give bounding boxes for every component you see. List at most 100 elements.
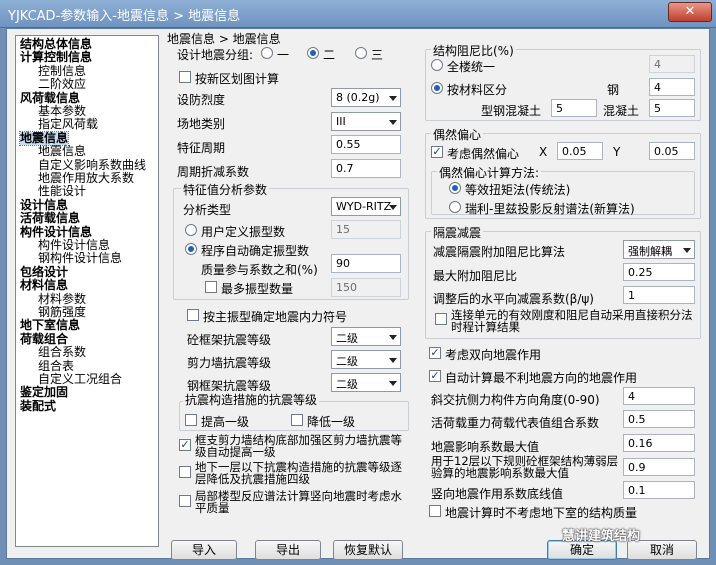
bidir-checkbox[interactable]: ✓ [429,347,441,359]
oblique-input[interactable]: 4 [623,387,695,405]
window-title: YJKCAD-参数输入-地震信息 > 地震信息 [8,9,241,24]
wall-grade-select[interactable]: 二级 [331,350,401,369]
tree-item[interactable]: 装配式 [20,399,56,413]
import-button[interactable]: 导入 [171,540,237,560]
tree-item[interactable]: 鉴定加固 [20,386,68,399]
auto-modes-radio[interactable] [185,243,197,255]
watermark-text: 慧讲建筑结构 [562,529,641,544]
adj-label: 调整后的水平向减震系数(β/ψ) [433,292,594,306]
tg-input[interactable]: 0.55 [331,135,401,154]
tree-item[interactable]: 计算控制信息 [20,51,92,64]
live-input[interactable]: 0.5 [623,410,695,428]
iso-method-select[interactable]: 强制解耦 [623,240,695,259]
user-modes-radio[interactable] [185,224,197,236]
tree-item[interactable]: 地震作用放大系数 [38,172,134,185]
alpha-input[interactable]: 0.16 [623,434,695,452]
period-input[interactable]: 0.7 [331,159,401,178]
conc-damp-label: 混凝土 [603,104,640,118]
frame-grade-label: 砼框架抗震等级 [187,333,272,347]
ecc-method-2-radio[interactable] [449,201,461,213]
max-modes-checkbox[interactable] [205,281,217,293]
nav-tree[interactable]: 结构总体信息 计算控制信息 控制信息 二阶效应 风荷载信息 基本参数 指定风荷载 地震信息 地震… [15,35,159,547]
rare-label: 用于12层以下规则砼框架结构薄弱层验算的地震影响系数最大值 [431,454,619,480]
steel-grade-select[interactable]: 二级 [331,373,401,392]
close-button[interactable]: ✕ [668,2,712,22]
ecc-y-label: Y [613,145,621,159]
tree-item[interactable]: 活荷载信息 [20,212,80,225]
restore-defaults-button[interactable]: 恢复默认 [333,540,403,560]
cm-up-checkbox[interactable] [185,414,197,426]
by-material-radio[interactable] [431,82,443,94]
tree-item[interactable]: 组合表 [38,359,74,373]
wall-grade-label: 剪力墙抗震等级 [187,356,272,370]
breadcrumb: 地震信息 > 地震信息 [167,32,281,46]
tree-item[interactable]: 钢构件设计信息 [38,252,122,265]
opt2-checkbox[interactable] [179,466,191,478]
conn-checkbox[interactable] [435,313,447,325]
tree-item[interactable]: 构件设计信息 [20,225,92,239]
tree-item[interactable]: 组合系数 [38,346,86,359]
bidir-label: 考虑双向地震作用 [445,348,542,362]
adj-input[interactable]: 1 [623,286,695,304]
tree-item[interactable]: 地震信息 [38,145,86,158]
cm-down-label: 降低一级 [307,415,356,429]
ecc-group-label: 偶然偏心 [431,126,484,143]
basement-checkbox[interactable] [429,505,441,517]
live-label: 活荷载重力荷载代表值组合系数 [431,416,600,430]
mass-input[interactable]: 90 [331,254,401,273]
all-same-radio[interactable] [431,59,443,71]
ecc-method-1-radio[interactable] [449,182,461,194]
frame-grade-select[interactable]: 二级 [331,327,401,346]
opt1-checkbox[interactable]: ✓ [179,439,191,451]
period-label: 周期折减系数 [177,165,250,179]
intensity-select[interactable]: 8 (0.2g) [331,88,401,107]
src-damp-input[interactable]: 5 [551,99,597,117]
alpha-label: 地震影响系数最大值 [431,440,540,454]
tree-item[interactable]: 自定义影响系数曲线 [38,158,146,172]
steel-damp-label: 钢 [607,83,620,97]
worst-checkbox[interactable]: ✓ [429,370,441,382]
tree-item[interactable]: 控制信息 [38,64,86,78]
tree-item[interactable]: 风荷载信息 [20,91,80,105]
group-radio-1[interactable] [261,47,273,59]
group-radio-3-label: 三 [371,48,384,62]
max-modes-input[interactable]: 150 [331,278,401,297]
opt3-checkbox[interactable] [179,495,191,507]
cm-down-checkbox[interactable] [291,414,303,426]
tree-item[interactable]: 设计信息 [20,198,68,212]
vert-input[interactable]: 0.1 [623,481,695,499]
ecc-checkbox[interactable]: ✓ [431,146,443,158]
tree-item[interactable]: 地下室信息 [20,319,80,332]
group-radio-3[interactable] [355,47,367,59]
tree-item[interactable]: 二阶效应 [38,78,86,91]
rare-input[interactable]: 0.9 [623,458,695,476]
tree-item[interactable]: 材料信息 [20,279,68,292]
ecc-method-label: 偶然偏心计算方法: [437,164,542,181]
user-modes-input[interactable]: 15 [331,220,401,239]
steel-damp-input[interactable]: 4 [649,78,695,96]
tree-item[interactable]: 地震信息 [18,130,70,146]
group-radio-1-label: 一 [277,48,290,62]
group-radio-2[interactable] [307,47,319,59]
all-same-input[interactable]: 4 [649,55,695,73]
site-select[interactable]: III [331,112,401,131]
tree-item[interactable]: 指定风荷载 [38,118,98,131]
seismic-group-label: 设计地震分组: [177,48,254,62]
max-damp-input[interactable]: 0.25 [623,263,695,281]
max-modes-label: 最多振型数量 [221,282,294,296]
main-mode-checkbox[interactable] [187,309,199,321]
oblique-label: 斜交抗侧力构件方向角度(0-90) [431,393,600,407]
cm-group-label: 抗震构造措施的抗震等级 [183,391,320,408]
tree-item[interactable]: 性能设计 [38,185,86,198]
tree-item[interactable]: 包络设计 [20,265,68,279]
ecc-x-input[interactable]: 0.05 [557,142,603,160]
user-modes-label: 用户定义振型数 [201,225,286,239]
conc-damp-input[interactable]: 5 [649,99,695,117]
new-zoning-checkbox[interactable] [179,71,191,83]
export-button[interactable]: 导出 [255,540,321,560]
analysis-select[interactable]: WYD-RITZ [331,197,401,216]
cm-up-label: 提高一级 [201,415,250,429]
tree-item[interactable]: 材料参数 [38,292,86,306]
tree-item[interactable]: 荷载组合 [20,332,68,346]
ecc-y-input[interactable]: 0.05 [649,142,695,160]
